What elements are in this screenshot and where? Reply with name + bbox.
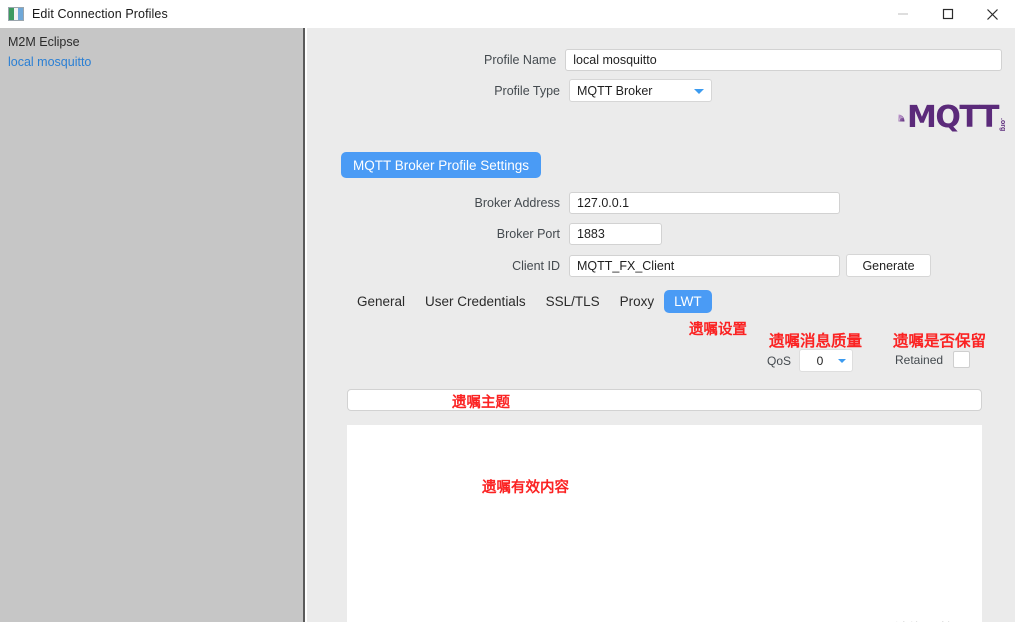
broker-address-input[interactable] bbox=[569, 192, 840, 214]
profile-name-label: Profile Name bbox=[484, 53, 557, 67]
profile-type-row: Profile Type MQTT Broker bbox=[307, 79, 712, 102]
profile-type-select[interactable]: MQTT Broker bbox=[569, 79, 712, 102]
client-id-row: Client ID Generate bbox=[307, 254, 931, 277]
client-id-input[interactable] bbox=[569, 254, 840, 277]
retained-checkbox[interactable] bbox=[953, 351, 971, 368]
profile-type-value: MQTT Broker bbox=[577, 83, 653, 98]
mqtt-wave-icon bbox=[898, 114, 905, 122]
sidebar-item-label: M2M Eclipse bbox=[8, 35, 80, 49]
annotation-topic: 遗嘱主题 bbox=[452, 395, 510, 411]
tab-proxy[interactable]: Proxy bbox=[610, 290, 665, 313]
app-icon bbox=[8, 7, 24, 21]
mqtt-broker-profile-settings-header[interactable]: MQTT Broker Profile Settings bbox=[341, 152, 542, 178]
window-controls bbox=[880, 0, 1015, 28]
profile-type-label: Profile Type bbox=[494, 83, 560, 98]
annotation-qos-quality: 遗嘱消息质量 bbox=[769, 332, 863, 350]
close-icon[interactable] bbox=[970, 0, 1015, 28]
generate-client-id-button[interactable]: Generate bbox=[846, 254, 931, 277]
app-window: Edit Connection Profiles M2M Eclipse loc… bbox=[0, 0, 1015, 622]
chevron-down-icon bbox=[838, 358, 847, 363]
mqtt-logo: MQTT .org bbox=[898, 99, 1006, 133]
broker-port-row: Broker Port bbox=[307, 223, 662, 245]
maximize-icon[interactable] bbox=[925, 0, 970, 28]
lwt-retained-row: Retained bbox=[895, 351, 971, 368]
watermark: CSDN @沧海一笑-dj bbox=[832, 618, 974, 622]
qos-label: QoS bbox=[767, 353, 792, 368]
mqtt-logo-text: MQTT bbox=[907, 100, 999, 135]
lwt-message-textarea[interactable] bbox=[347, 425, 982, 622]
broker-address-row: Broker Address bbox=[307, 192, 840, 214]
annotation-lwt-settings: 遗嘱设置 bbox=[689, 322, 747, 338]
window-title: Edit Connection Profiles bbox=[32, 7, 168, 21]
sidebar-item-local-mosquitto[interactable]: local mosquitto bbox=[0, 52, 303, 72]
tab-ssl-tls[interactable]: SSL/TLS bbox=[536, 290, 610, 313]
broker-port-input[interactable] bbox=[569, 223, 662, 245]
sidebar-item-m2m-eclipse[interactable]: M2M Eclipse bbox=[0, 32, 303, 52]
profiles-sidebar: M2M Eclipse local mosquitto bbox=[0, 28, 305, 622]
tab-user-credentials[interactable]: User Credentials bbox=[415, 290, 536, 313]
mqtt-logo-org: .org bbox=[999, 117, 1006, 131]
lwt-qos-row: QoS 0 bbox=[767, 349, 854, 372]
title-bar: Edit Connection Profiles bbox=[0, 0, 1015, 28]
retained-label: Retained bbox=[895, 352, 944, 367]
settings-tabs: General User Credentials SSL/TLS Proxy L… bbox=[347, 290, 712, 313]
annotation-retained-flag: 遗嘱是否保留 bbox=[893, 332, 987, 350]
client-id-label: Client ID bbox=[512, 258, 560, 273]
annotation-payload: 遗嘱有效内容 bbox=[482, 480, 569, 496]
qos-select[interactable]: 0 bbox=[799, 349, 854, 372]
broker-address-label: Broker Address bbox=[474, 196, 560, 210]
lwt-topic-input[interactable] bbox=[347, 389, 982, 411]
qos-value: 0 bbox=[816, 353, 824, 368]
profile-editor-panel: Profile Name Profile Type MQTT Broker bbox=[307, 28, 1015, 622]
tab-lwt[interactable]: LWT bbox=[664, 290, 712, 313]
minimize-icon[interactable] bbox=[880, 0, 925, 28]
broker-port-label: Broker Port bbox=[496, 227, 560, 241]
chevron-down-icon bbox=[694, 88, 704, 94]
sidebar-item-label: local mosquitto bbox=[8, 55, 92, 69]
tab-general[interactable]: General bbox=[347, 290, 415, 313]
profile-name-row: Profile Name bbox=[307, 49, 1002, 71]
profile-name-input[interactable] bbox=[565, 49, 1002, 71]
